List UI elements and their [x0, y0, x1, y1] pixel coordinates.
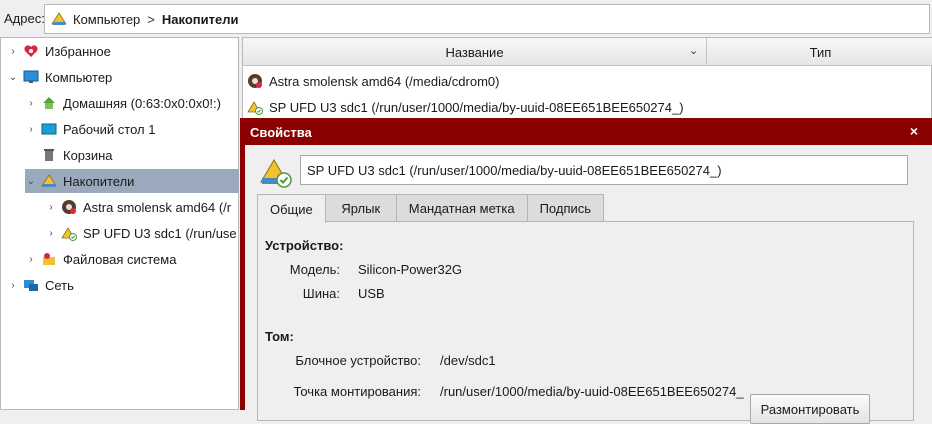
tree-item-cdrom[interactable]: › Astra smolensk amd64 (/r [45, 195, 237, 219]
chevron-right-icon[interactable]: › [25, 124, 37, 135]
block-device-value: /dev/sdc1 [440, 353, 496, 368]
filesystem-icon [43, 253, 55, 265]
chevron-right-icon[interactable]: › [45, 202, 57, 213]
tab-general[interactable]: Общие [257, 194, 326, 223]
bus-label: Шина: [302, 286, 340, 301]
model-value: Silicon-Power32G [358, 262, 463, 277]
device-heading: Устройство: [265, 238, 344, 253]
block-device-label: Блочное устройство: [295, 353, 421, 368]
model-label: Модель: [289, 262, 340, 277]
dialog-title: Свойства [250, 125, 312, 140]
tree-item-trash[interactable]: Корзина [41, 143, 237, 167]
column-header-name[interactable]: Название ⌄ [243, 38, 707, 66]
mount-point-value: /run/user/1000/media/by-uuid-08EE651BEE6… [440, 384, 744, 399]
tree-item-network[interactable]: › Сеть [7, 273, 237, 297]
tree-item-home[interactable]: › Домашняя (0:63:0x0:0x0!:) [25, 91, 237, 115]
drives-icon [51, 12, 67, 25]
trash-icon [44, 149, 54, 161]
home-icon [43, 97, 55, 109]
chevron-right-icon[interactable]: › [25, 98, 37, 109]
desktop-icon [41, 123, 57, 135]
usb-drive-icon [247, 101, 263, 115]
address-bar: Адрес: Компьютер > Накопители [0, 0, 932, 38]
list-item[interactable]: Astra smolensk amd64 (/media/cdrom0) [243, 68, 932, 94]
breadcrumb-separator: > [147, 11, 155, 27]
dialog-body: SP UFD U3 sdc1 (/run/user/1000/media/by-… [245, 145, 932, 424]
unmount-button[interactable]: Размонтировать [750, 394, 870, 424]
folder-tree: › Избранное ⌄ Компьютер › Домашняя (0:63… [0, 37, 239, 410]
general-panel: Устройство: Модель: Silicon-Power32G Шин… [257, 221, 914, 424]
breadcrumb-drives[interactable]: Накопители [162, 12, 239, 27]
chevron-down-icon: ⌄ [689, 45, 699, 57]
volume-heading: Том: [265, 329, 294, 344]
tree-item-filesystem[interactable]: › Файловая система [25, 247, 237, 271]
address-label: Адрес: [4, 11, 45, 26]
address-field[interactable]: Компьютер > Накопители [44, 4, 930, 34]
chevron-down-icon[interactable]: ⌄ [25, 176, 37, 187]
cdrom-icon [248, 74, 262, 88]
chevron-right-icon[interactable]: › [7, 280, 19, 291]
chevron-right-icon[interactable]: › [45, 228, 57, 239]
dialog-tabs: Общие Ярлык Мандатная метка Подпись [257, 194, 605, 223]
tree-item-computer[interactable]: ⌄ Компьютер [7, 65, 237, 89]
chevron-down-icon[interactable]: ⌄ [7, 72, 19, 83]
tree-item-favorites[interactable]: › Избранное [7, 39, 237, 63]
chevron-right-icon[interactable]: › [25, 254, 37, 265]
column-header-type[interactable]: Тип [708, 38, 932, 66]
usb-drive-icon [260, 159, 292, 188]
tab-shortcut[interactable]: Ярлык [324, 194, 397, 222]
tree-item-drives[interactable]: ⌄ Накопители [25, 169, 239, 193]
drives-icon [41, 174, 57, 187]
network-icon [24, 280, 38, 291]
cdrom-icon [62, 200, 76, 214]
heart-icon [24, 45, 38, 57]
close-icon[interactable]: × [910, 123, 918, 139]
tab-signature[interactable]: Подпись [526, 194, 605, 222]
list-item[interactable]: SP UFD U3 sdc1 (/run/user/1000/media/by-… [243, 94, 932, 120]
properties-dialog: Свойства × SP UFD U3 sdc1 (/run/user/100… [240, 118, 932, 424]
list-header: Название ⌄ Тип [243, 38, 932, 66]
breadcrumb-computer[interactable]: Компьютер [73, 12, 140, 27]
tree-item-usb-drive[interactable]: › SP UFD U3 sdc1 (/run/use [45, 221, 237, 245]
usb-drive-icon [61, 227, 77, 241]
mount-point-label: Точка монтирования: [293, 384, 421, 399]
tab-mandatory-label[interactable]: Мандатная метка [395, 194, 528, 222]
chevron-right-icon[interactable]: › [7, 46, 19, 57]
bus-value: USB [358, 286, 385, 301]
tree-item-desktop[interactable]: › Рабочий стол 1 [25, 117, 237, 141]
name-input[interactable]: SP UFD U3 sdc1 (/run/user/1000/media/by-… [300, 155, 908, 185]
monitor-icon [23, 70, 39, 83]
